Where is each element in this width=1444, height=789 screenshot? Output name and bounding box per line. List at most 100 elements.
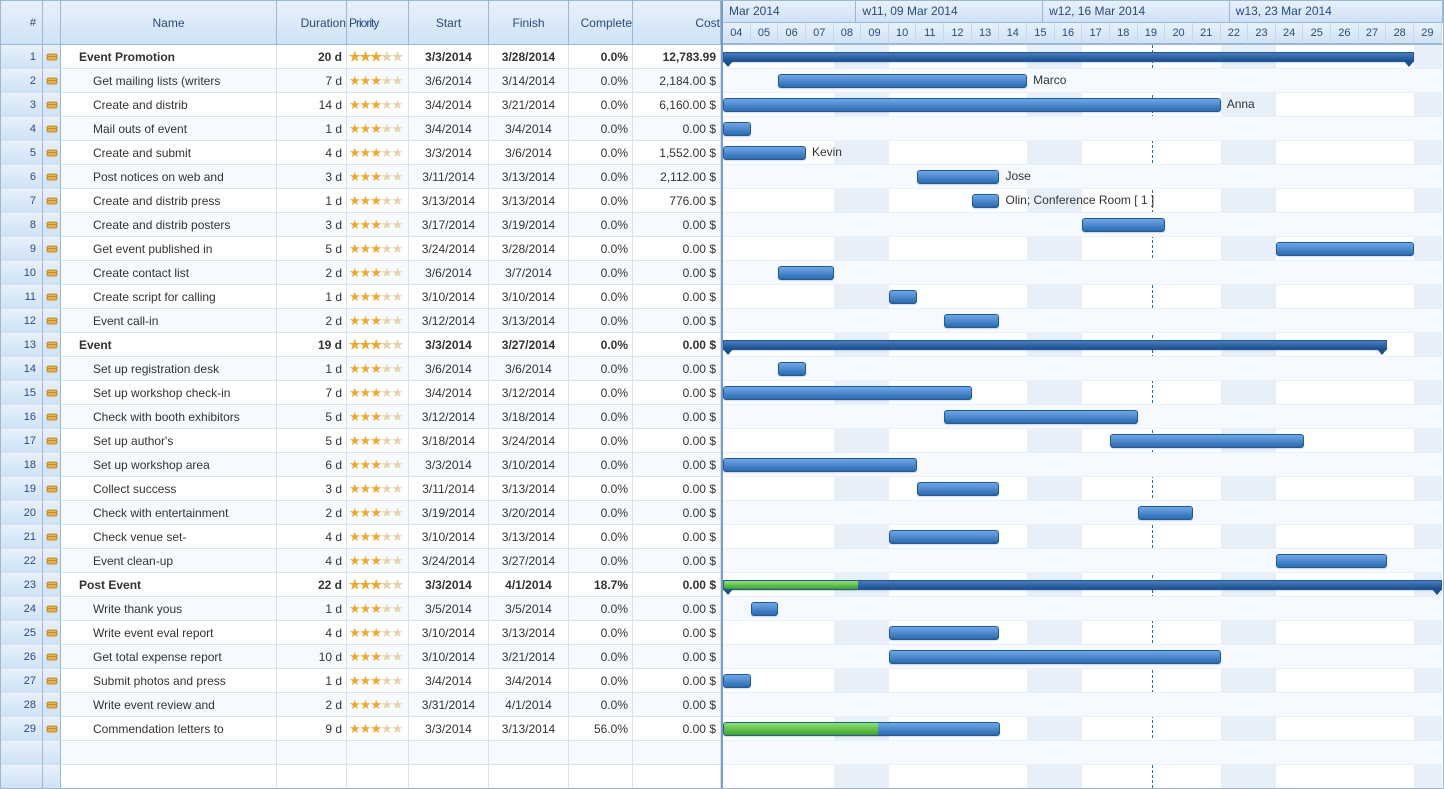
table-row[interactable]: 21Check venue set-4 d★★★★★3/10/20143/13/…	[1, 525, 721, 549]
finish-cell[interactable]: 4/1/2014	[489, 573, 569, 597]
cost-cell[interactable]: 2,184.00 $	[633, 69, 721, 93]
task-name-cell[interactable]: Set up workshop check-in	[61, 381, 277, 405]
finish-cell[interactable]: 3/10/2014	[489, 285, 569, 309]
grid-body[interactable]: 1Event Promotion20 d★★★★★3/3/20143/28/20…	[1, 45, 721, 788]
task-bar[interactable]	[1276, 242, 1414, 256]
gantt-row[interactable]	[723, 741, 1443, 765]
gantt-row[interactable]	[723, 501, 1443, 525]
complete-cell[interactable]: 0.0%	[569, 357, 633, 381]
task-name-cell[interactable]: Check venue set-	[61, 525, 277, 549]
task-bar[interactable]	[1082, 218, 1165, 232]
day-header[interactable]: 07	[806, 23, 834, 45]
finish-cell[interactable]: 3/6/2014	[489, 357, 569, 381]
row-number[interactable]: 29	[1, 717, 43, 741]
table-row-empty[interactable]	[1, 741, 721, 765]
table-row[interactable]: 9Get event published in5 d★★★★★3/24/2014…	[1, 237, 721, 261]
table-row[interactable]: 17Set up author's5 d★★★★★3/18/20143/24/2…	[1, 429, 721, 453]
priority-cell[interactable]: ★★★★★	[347, 333, 409, 357]
table-row[interactable]: 1Event Promotion20 d★★★★★3/3/20143/28/20…	[1, 45, 721, 69]
day-header[interactable]: 13	[972, 23, 1000, 45]
task-bar[interactable]	[889, 290, 917, 304]
duration-cell[interactable]: 9 d	[277, 717, 347, 741]
finish-cell[interactable]: 3/21/2014	[489, 93, 569, 117]
task-bar[interactable]	[944, 314, 999, 328]
gantt-row[interactable]	[723, 597, 1443, 621]
row-number[interactable]: 4	[1, 117, 43, 141]
task-name-cell[interactable]: Post notices on web and	[61, 165, 277, 189]
priority-cell[interactable]: ★★★★★	[347, 405, 409, 429]
task-bar[interactable]	[944, 410, 1138, 424]
priority-cell[interactable]: ★★★★★	[347, 477, 409, 501]
duration-cell[interactable]: 5 d	[277, 429, 347, 453]
cost-cell[interactable]: 0.00 $	[633, 645, 721, 669]
start-cell[interactable]: 3/4/2014	[409, 117, 489, 141]
start-cell[interactable]: 3/18/2014	[409, 429, 489, 453]
task-bar[interactable]	[723, 122, 751, 136]
gantt-row[interactable]	[723, 165, 1443, 189]
start-cell[interactable]: 3/31/2014	[409, 693, 489, 717]
complete-cell[interactable]: 0.0%	[569, 621, 633, 645]
day-header[interactable]: 15	[1027, 23, 1055, 45]
table-row[interactable]: 16Check with booth exhibitors5 d★★★★★3/1…	[1, 405, 721, 429]
table-row[interactable]: 26Get total expense report10 d★★★★★3/10/…	[1, 645, 721, 669]
complete-cell[interactable]: 0.0%	[569, 213, 633, 237]
day-header[interactable]: 24	[1276, 23, 1304, 45]
week-header[interactable]: Mar 2014	[723, 1, 856, 23]
start-cell[interactable]: 3/24/2014	[409, 237, 489, 261]
gantt-row[interactable]	[723, 285, 1443, 309]
start-cell[interactable]: 3/12/2014	[409, 309, 489, 333]
finish-cell[interactable]: 3/12/2014	[489, 381, 569, 405]
start-cell[interactable]: 3/3/2014	[409, 45, 489, 69]
day-header[interactable]: 29	[1414, 23, 1442, 45]
start-cell[interactable]: 3/5/2014	[409, 597, 489, 621]
cost-cell[interactable]: 0.00 $	[633, 213, 721, 237]
priority-cell[interactable]: ★★★★★	[347, 693, 409, 717]
start-cell[interactable]: 3/19/2014	[409, 501, 489, 525]
gantt-row[interactable]	[723, 525, 1443, 549]
duration-cell[interactable]: 2 d	[277, 261, 347, 285]
task-bar[interactable]	[723, 458, 917, 472]
start-cell[interactable]: 3/6/2014	[409, 357, 489, 381]
duration-cell[interactable]: 1 d	[277, 189, 347, 213]
cost-cell[interactable]: 0.00 $	[633, 405, 721, 429]
table-row[interactable]: 22Event clean-up4 d★★★★★3/24/20143/27/20…	[1, 549, 721, 573]
task-bar[interactable]	[723, 98, 1221, 112]
table-row[interactable]: 14Set up registration desk1 d★★★★★3/6/20…	[1, 357, 721, 381]
task-name-cell[interactable]: Set up author's	[61, 429, 277, 453]
priority-cell[interactable]: ★★★★★	[347, 189, 409, 213]
priority-cell[interactable]: ★★★★★	[347, 645, 409, 669]
complete-cell[interactable]: 0.0%	[569, 693, 633, 717]
row-number[interactable]: 15	[1, 381, 43, 405]
start-cell[interactable]: 3/17/2014	[409, 213, 489, 237]
cost-cell[interactable]: 1,552.00 $	[633, 141, 721, 165]
day-header[interactable]: 21	[1193, 23, 1221, 45]
start-cell[interactable]: 3/3/2014	[409, 717, 489, 741]
task-name-cell[interactable]: Create and distrib press	[61, 189, 277, 213]
table-row[interactable]: 6Post notices on web and3 d★★★★★3/11/201…	[1, 165, 721, 189]
duration-cell[interactable]: 3 d	[277, 165, 347, 189]
cost-cell[interactable]: 0.00 $	[633, 357, 721, 381]
row-number[interactable]: 11	[1, 285, 43, 309]
task-name-cell[interactable]: Check with entertainment	[61, 501, 277, 525]
finish-cell[interactable]: 4/1/2014	[489, 693, 569, 717]
table-row[interactable]: 8Create and distrib posters3 d★★★★★3/17/…	[1, 213, 721, 237]
start-cell[interactable]: 3/3/2014	[409, 453, 489, 477]
complete-cell[interactable]: 0.0%	[569, 165, 633, 189]
day-header[interactable]: 14	[999, 23, 1027, 45]
finish-cell[interactable]: 3/18/2014	[489, 405, 569, 429]
row-number[interactable]: 27	[1, 669, 43, 693]
table-row[interactable]: 19Collect success3 d★★★★★3/11/20143/13/2…	[1, 477, 721, 501]
col-header-icon[interactable]	[43, 1, 61, 45]
table-row[interactable]: 24Write thank yous1 d★★★★★3/5/20143/5/20…	[1, 597, 721, 621]
week-header[interactable]: w12, 16 Mar 2014	[1043, 1, 1230, 23]
task-bar[interactable]	[778, 362, 806, 376]
priority-cell[interactable]: ★★★★★	[347, 453, 409, 477]
col-header-complete[interactable]: Complete	[569, 1, 633, 45]
task-bar[interactable]	[889, 626, 1000, 640]
day-header[interactable]: 05	[751, 23, 779, 45]
complete-cell[interactable]: 0.0%	[569, 45, 633, 69]
complete-cell[interactable]: 0.0%	[569, 93, 633, 117]
cost-cell[interactable]: 0.00 $	[633, 261, 721, 285]
priority-cell[interactable]: ★★★★★	[347, 573, 409, 597]
complete-cell[interactable]: 0.0%	[569, 261, 633, 285]
